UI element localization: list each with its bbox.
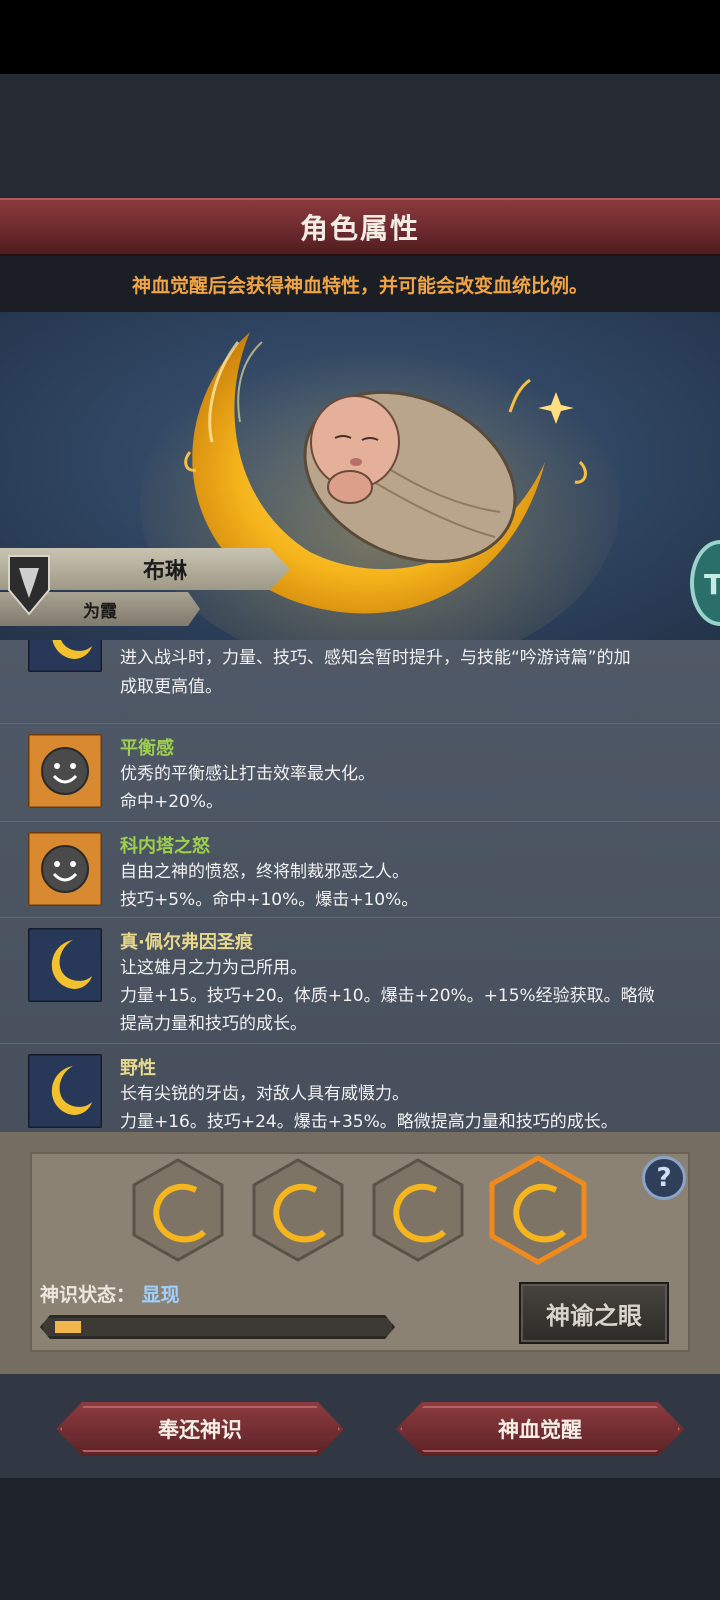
class-crest-icon: [8, 555, 50, 616]
trait-text-line: 技巧+5%。命中+10%。爆击+10%。: [120, 890, 419, 910]
blood-awaken-button[interactable]: 神血觉醒: [396, 1402, 684, 1456]
trait-text-line: 长有尖锐的牙齿，对敌人具有威慑力。: [120, 1084, 409, 1104]
backdrop-band: [0, 74, 720, 198]
trait-text-line: 成取更高值。: [120, 677, 222, 697]
character-subtitle: 为霞: [83, 601, 117, 622]
status-bar-area: [0, 0, 720, 74]
trait-name: 野性: [120, 1058, 156, 1079]
footer-band: [0, 1478, 720, 1600]
crescent-moon-icon: [28, 640, 102, 672]
smiley-face-icon: [28, 832, 102, 906]
notice-bar: 神血觉醒后会获得神血特性，并可能会改变血统比例。: [0, 256, 720, 312]
smiley-face-icon: [28, 734, 102, 808]
trait-text-line: 让这雄月之力为己所用。: [120, 958, 307, 978]
list-item: 野性 长有尖锐的牙齿，对敌人具有威慑力。 力量+16。技巧+24。爆击+35%。…: [0, 1044, 720, 1132]
list-item: 真·佩尔弗因圣痕 让这雄月之力为己所用。 力量+15。技巧+20。体质+10。爆…: [0, 918, 720, 1044]
notice-text: 神血觉醒后会获得神血特性，并可能会改变血统比例。: [131, 274, 588, 297]
list-item: 平衡感 优秀的平衡感让打击效率最大化。 命中+20%。: [0, 724, 720, 822]
progress-fill: [55, 1321, 81, 1333]
oracle-eye-button[interactable]: 神谕之眼: [519, 1282, 669, 1344]
portrait-illustration: [140, 332, 620, 640]
character-name: 布琳: [142, 559, 187, 584]
trait-text-line: 命中+20%。: [120, 792, 224, 812]
list-item: 科内塔之怒 自由之神的愤怒，终将制裁邪恶之人。 技巧+5%。命中+10%。爆击+…: [0, 822, 720, 918]
trait-text-line: 优秀的平衡感让打击效率最大化。: [120, 764, 375, 784]
crescent-moon-icon: [28, 1054, 102, 1128]
help-button[interactable]: ?: [642, 1156, 686, 1200]
trait-text-line: 进入战斗时，力量、技巧、感知会暂时提升，与技能“吟游诗篇”的加: [120, 648, 631, 668]
trait-text-line: 自由之神的愤怒，终将制裁邪恶之人。: [120, 862, 409, 882]
character-portrait-area: [0, 312, 720, 640]
status-label: 神识状态： 显现: [40, 1284, 180, 1306]
trait-name: 科内塔之怒: [120, 836, 210, 857]
trait-name: 真·佩尔弗因圣痕: [120, 932, 253, 953]
page-title: 角色属性: [299, 212, 420, 245]
trait-text-line: 力量+15。技巧+20。体质+10。爆击+20%。+15%经验获取。略微: [120, 986, 655, 1006]
trait-name: 平衡感: [120, 738, 174, 759]
trait-text-line: 力量+16。技巧+24。爆击+35%。略微提高力量和技巧的成长。: [120, 1112, 618, 1132]
return-divine-button[interactable]: 奉还神识: [56, 1402, 344, 1456]
trait-text-line: 提高力量和技巧的成长。: [120, 1014, 307, 1034]
crescent-moon-icon: [28, 928, 102, 1002]
awakening-progress-bar: [40, 1315, 395, 1339]
list-item: 进入战斗时，力量、技巧、感知会暂时提升，与技能“吟游诗篇”的加 成取更高值。: [0, 640, 720, 724]
question-icon: ?: [656, 1163, 672, 1193]
trait-list[interactable]: 进入战斗时，力量、技巧、感知会暂时提升，与技能“吟游诗篇”的加 成取更高值。 平…: [0, 640, 720, 1132]
title-bar: 角色属性: [0, 198, 720, 256]
status-value: 显现: [141, 1284, 180, 1306]
